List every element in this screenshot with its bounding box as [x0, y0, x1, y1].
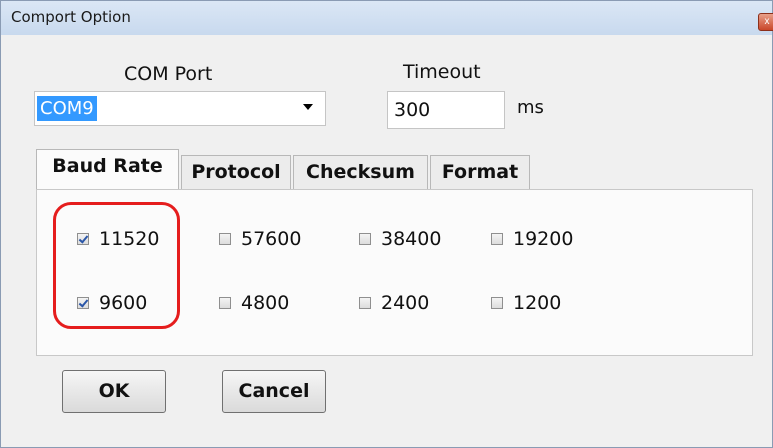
chevron-down-icon[interactable] [303, 104, 313, 110]
checkbox[interactable] [219, 233, 231, 245]
timeout-label: Timeout [403, 61, 481, 83]
baud-label: 2400 [381, 292, 430, 314]
baud-label: 1200 [513, 292, 562, 314]
tab-protocol[interactable]: Protocol [181, 155, 291, 189]
baud-option-38400[interactable]: 38400 [359, 226, 441, 252]
window-title: Comport Option [11, 8, 131, 26]
baud-option-57600[interactable]: 57600 [219, 226, 301, 252]
baud-label: 57600 [241, 228, 302, 250]
checkbox[interactable] [491, 297, 503, 309]
baud-label: 19200 [513, 228, 574, 250]
highlight-annotation [53, 202, 180, 329]
baud-option-4800[interactable]: 4800 [219, 290, 289, 316]
baud-option-2400[interactable]: 2400 [359, 290, 429, 316]
baud-option-19200[interactable]: 19200 [491, 226, 573, 252]
ok-button[interactable]: OK [62, 370, 166, 413]
comport-option-dialog: Comport Option x COM Port COM9 Timeout m… [0, 0, 773, 448]
checkbox[interactable] [219, 297, 231, 309]
tab-format[interactable]: Format [430, 155, 530, 189]
com-port-value: COM9 [37, 96, 97, 121]
baud-label: 4800 [241, 292, 290, 314]
checkbox[interactable] [359, 297, 371, 309]
tab-checksum[interactable]: Checksum [293, 155, 428, 189]
timeout-unit: ms [517, 97, 544, 118]
close-icon[interactable]: x [758, 13, 773, 31]
baud-option-1200[interactable]: 1200 [491, 290, 561, 316]
com-port-select[interactable]: COM9 [34, 91, 326, 126]
checkbox[interactable] [491, 233, 503, 245]
tab-baud-rate[interactable]: Baud Rate [36, 149, 179, 189]
com-port-label: COM Port [124, 63, 213, 85]
baud-label: 38400 [381, 228, 442, 250]
title-bar: Comport Option x [1, 1, 773, 35]
timeout-input[interactable] [387, 91, 505, 129]
cancel-button[interactable]: Cancel [222, 370, 326, 413]
checkbox[interactable] [359, 233, 371, 245]
